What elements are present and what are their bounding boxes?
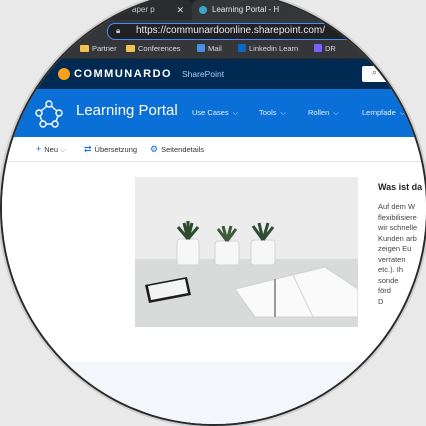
- hero-image: [135, 177, 358, 327]
- magnifier-lens: aper p ✕ Learning Portal - H 🔒︎ https://…: [2, 0, 426, 424]
- folder-icon: [126, 45, 135, 52]
- brand-name[interactable]: COMMUNARDO: [74, 68, 172, 80]
- text-line: etc.). Ih: [378, 265, 404, 274]
- command-bar: + Neu ⌵ ⇄ Übersetzung ⚙ Seitendetails: [2, 137, 426, 162]
- text-line: Kunden arb: [378, 233, 417, 243]
- bookmark-conferences[interactable]: Conferences: [126, 43, 181, 55]
- url-text[interactable]: https://communardoonline.sharepoint.com/: [136, 25, 325, 36]
- browser-window: aper p ✕ Learning Portal - H 🔒︎ https://…: [2, 0, 426, 424]
- chevron-down-icon: ⌵: [333, 110, 339, 117]
- gear-icon: ⚙: [150, 144, 159, 154]
- bookmark-label: Linkedin Learn: [249, 44, 299, 53]
- text-line: zeigen Eu: [378, 244, 412, 253]
- translation-button[interactable]: ⇄ Übersetzung: [84, 144, 137, 155]
- nav-use-cases[interactable]: Use Cases ⌵: [192, 108, 238, 118]
- bookmarks-bar: Partner Conferences Mail Linkedin Learn …: [2, 40, 426, 59]
- linkedin-icon: [238, 44, 246, 52]
- bookmark-dr[interactable]: DR: [314, 43, 336, 55]
- bookmark-linkedin[interactable]: Linkedin Learn: [238, 43, 298, 55]
- bookmark-partner[interactable]: Partner: [80, 43, 117, 55]
- hub-navigation: Learning Portal Use Cases ⌵ Tools ⌵ Rollen…: [2, 89, 426, 137]
- nav-tools[interactable]: Tools ⌵: [259, 108, 286, 118]
- bookmark-icon: [314, 44, 322, 52]
- text-line: D: [378, 296, 384, 306]
- suite-bar: COMMUNARDO SharePoint ⌕: [2, 59, 426, 89]
- browser-tab-1[interactable]: aper p ✕: [62, 0, 192, 20]
- folder-icon: [80, 45, 89, 52]
- lower-section: [2, 362, 426, 424]
- page-details-button[interactable]: ⚙ Seitendetails: [150, 144, 204, 155]
- chevron-down-icon: ⌵: [280, 110, 286, 117]
- lock-icon: 🔒︎: [116, 26, 121, 35]
- network-icon: [35, 100, 63, 128]
- address-bar[interactable]: 🔒︎ https://communardoonline.sharepoint.c…: [107, 23, 426, 40]
- tab-title: Learning Portal - H: [212, 5, 280, 14]
- bookmark-mail[interactable]: Mail: [197, 43, 222, 55]
- tab-title: aper p: [132, 5, 155, 14]
- article-heading: Was ist da: [378, 182, 423, 192]
- search-box[interactable]: ⌕: [362, 66, 426, 82]
- browser-tab-learning-portal[interactable]: Learning Portal - H: [192, 0, 342, 20]
- text-line: wir schnelle: [378, 223, 418, 232]
- nav-label: Lernpfade: [362, 108, 396, 117]
- communardo-logo-icon: [58, 68, 70, 80]
- search-icon: ⌕: [372, 67, 378, 77]
- text-line: förd: [378, 286, 391, 295]
- translate-icon: ⇄: [84, 144, 92, 154]
- close-icon[interactable]: ✕: [176, 0, 184, 20]
- chevron-down-icon: ⌵: [232, 110, 238, 117]
- text-line: sonde: [378, 275, 399, 285]
- sharepoint-favicon-icon: [199, 6, 207, 14]
- site-title[interactable]: Learning Portal: [76, 102, 178, 119]
- nav-rollen[interactable]: Rollen ⌵: [308, 108, 339, 118]
- text-line: verraten: [378, 254, 406, 264]
- nav-label: Use Cases: [192, 108, 229, 117]
- new-label: Neu: [44, 145, 59, 154]
- nav-lernpfade[interactable]: Lernpfade ⌵: [362, 108, 405, 118]
- product-name[interactable]: SharePoint: [182, 69, 224, 79]
- chevron-down-icon: ⌵: [60, 145, 66, 154]
- plus-icon: +: [36, 144, 42, 154]
- tab-strip: aper p ✕ Learning Portal - H: [2, 0, 426, 20]
- plant-pot: [176, 221, 200, 266]
- bookmark-label: Partner: [92, 44, 117, 53]
- bookmark-label: Mail: [208, 44, 222, 53]
- address-bar-row: 🔒︎ https://communardoonline.sharepoint.c…: [2, 20, 426, 40]
- nav-label: Rollen: [308, 108, 330, 117]
- bookmark-label: DR: [325, 44, 336, 53]
- desk-photo: [135, 177, 358, 327]
- nav-label: Tools: [259, 108, 277, 117]
- page-details-label: Seitendetails: [161, 145, 205, 154]
- chevron-down-icon: ⌵: [399, 110, 406, 117]
- article-body: Auf dem W flexibilisiere wir schnelle Ku…: [378, 202, 426, 307]
- text-line: Auf dem W: [378, 202, 416, 211]
- page-content: Was ist da Auf dem W flexibilisiere wir …: [2, 162, 426, 362]
- new-button[interactable]: + Neu ⌵: [36, 144, 66, 155]
- text-line: flexibilisiere: [378, 212, 417, 222]
- bookmark-label: Conferences: [138, 44, 181, 53]
- mail-icon: [197, 44, 205, 52]
- translation-label: Übersetzung: [94, 145, 138, 154]
